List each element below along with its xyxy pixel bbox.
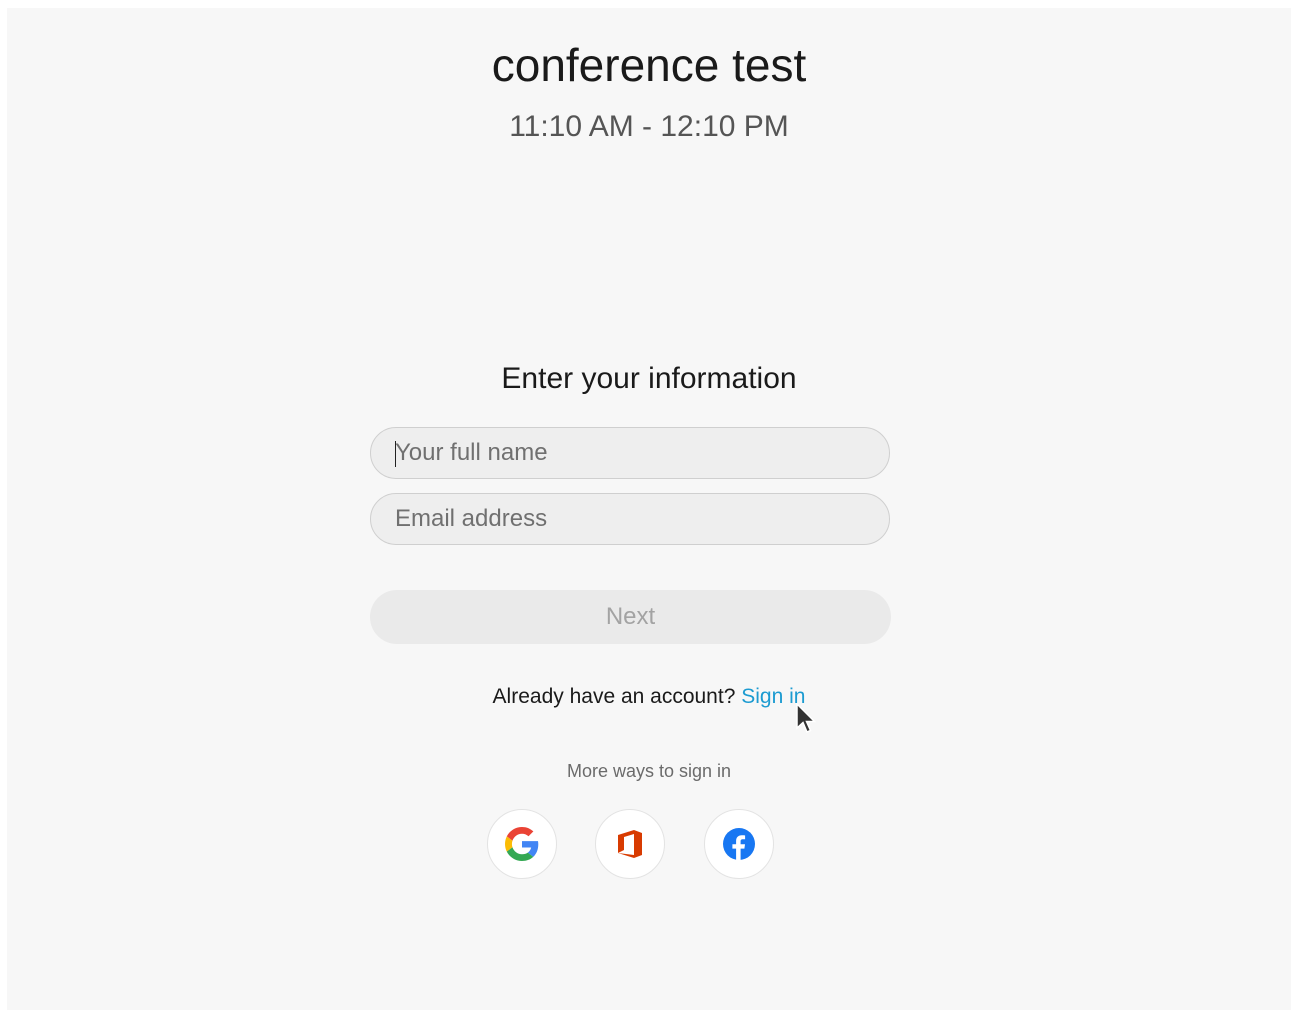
- google-icon: [505, 827, 539, 861]
- facebook-signin-button[interactable]: [704, 809, 774, 879]
- email-input[interactable]: [370, 493, 890, 545]
- meeting-title: conference test: [491, 39, 807, 91]
- mouse-pointer-icon: [796, 703, 817, 733]
- account-prompt-line: Already have an account? Sign in: [7, 684, 1291, 710]
- form-heading: Enter your information: [501, 362, 797, 395]
- text-caret: [395, 441, 396, 467]
- google-signin-button[interactable]: [487, 809, 557, 879]
- full-name-input[interactable]: [370, 427, 890, 479]
- meeting-time-range: 11:10 AM - 12:10 PM: [509, 110, 789, 143]
- facebook-icon: [723, 828, 755, 860]
- office-signin-button[interactable]: [595, 809, 665, 879]
- office-icon: [618, 830, 642, 858]
- account-prompt: Already have an account?: [492, 685, 736, 708]
- join-page: conference test 11:10 AM - 12:10 PM Ente…: [7, 8, 1291, 1010]
- more-ways-label: More ways to sign in: [566, 761, 732, 781]
- next-button[interactable]: Next: [370, 590, 891, 644]
